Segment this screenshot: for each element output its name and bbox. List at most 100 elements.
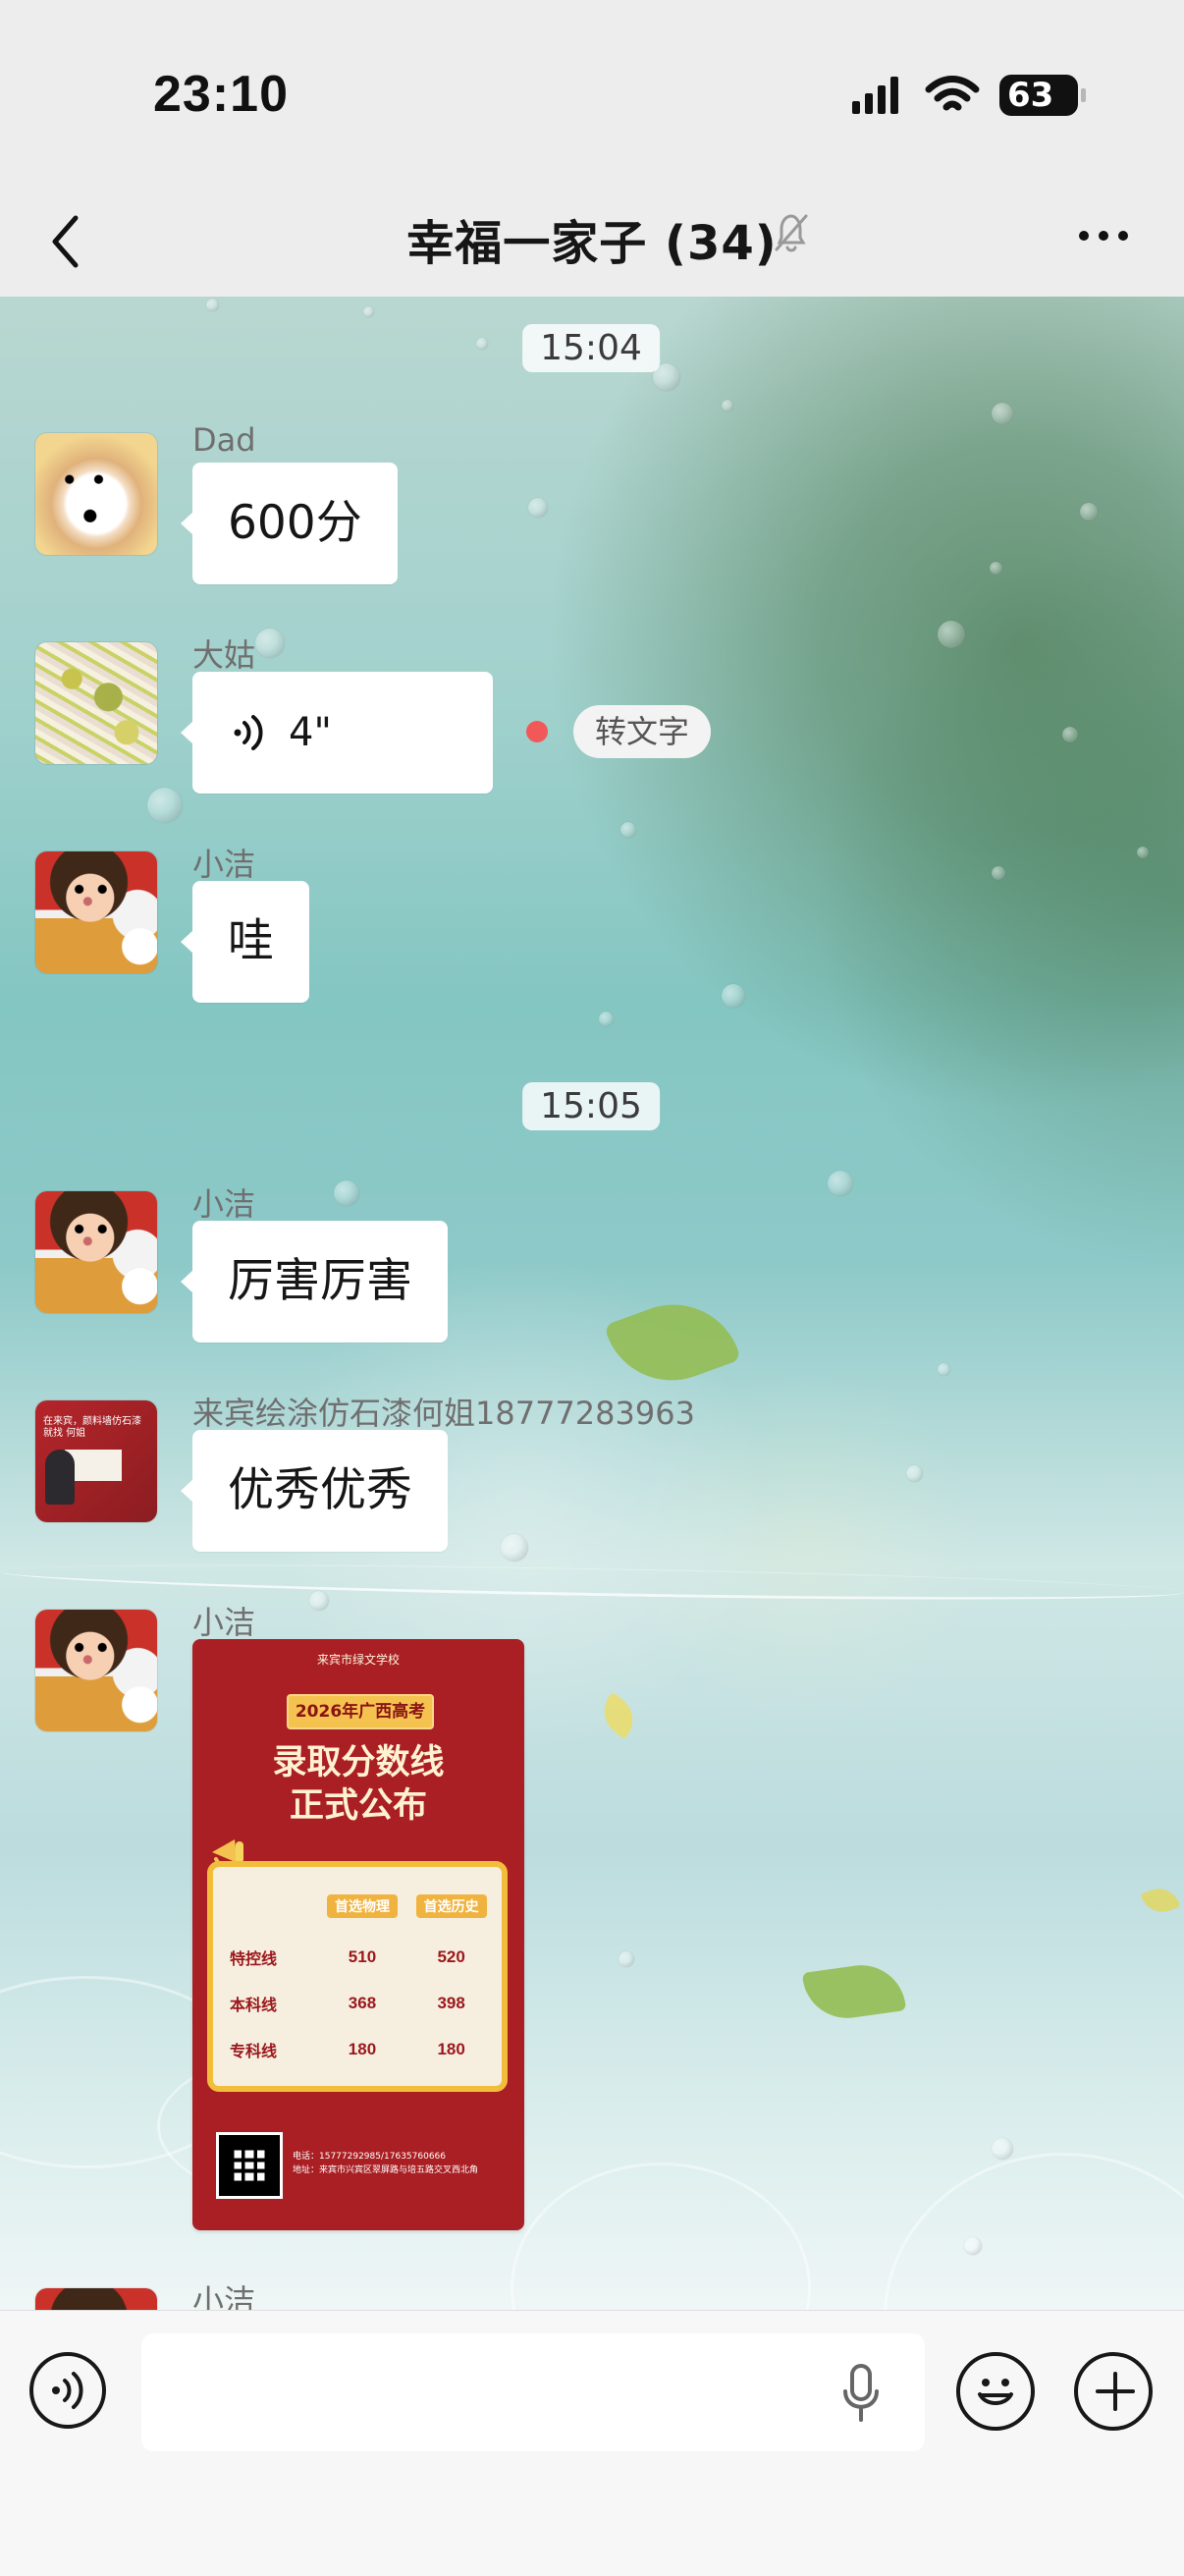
poster-school-name: 来宾市绿文学校 [316,1653,400,1667]
status-bar: 23:10 63 [0,0,1184,187]
score-label: 本科线 [230,1997,278,2014]
sprouts-avatar[interactable] [35,642,157,764]
water-drop [620,822,636,838]
score-table-header: 首选历史 [406,1894,496,1934]
water-drop [992,2138,1013,2160]
water-drop [1080,503,1098,521]
background-leaf [1140,1882,1181,1919]
woman-avatar[interactable] [35,1610,157,1731]
dog-avatar[interactable] [35,433,157,555]
background-leaf [801,1959,907,2024]
score-table-header-empty [229,1894,318,1934]
background-leaf [603,1285,742,1400]
sender-name: 来宾绘涂仿石漆何姐18777283963 [192,1395,695,1432]
poster-title: 录取分数线 正式公布 [192,1741,524,1828]
water-drop [722,984,745,1008]
water-drop [938,621,965,648]
water-drop [619,1951,634,1967]
muted-bell-icon [775,214,808,252]
score-label: 特控线 [230,1950,278,1968]
water-drop [906,1465,923,1482]
voice-icon [52,2372,83,2409]
water-drop [334,1180,359,1206]
message-bubble[interactable]: 600分 [181,463,398,584]
plus-icon[interactable] [1074,2352,1153,2431]
voice-input-button[interactable] [29,2352,106,2429]
woman-avatar[interactable] [35,851,157,973]
chat-title-bar: 幸福一家子 (34) [0,187,1184,297]
score-row: 特控线 510 520 [229,1934,496,1980]
wifi-icon [925,76,980,111]
water-drop [938,1363,950,1376]
background-leaf [594,1691,643,1740]
water-drop [309,1591,329,1611]
poster-title-line: 录取分数线 [272,1742,445,1782]
battery-indicator: 63 [999,75,1086,116]
timestamp: 15:04 [522,324,660,372]
water-drop [992,403,1013,424]
water-drop [501,1534,528,1562]
score-label: 专科线 [230,2043,278,2060]
message-bubble[interactable]: 优秀优秀 [181,1430,448,1552]
score-value: 180 [437,2039,465,2058]
sender-name: 小洁 [192,1185,256,1223]
voice-icon [234,715,263,750]
poster-contact: 电话：15777292985/17635760666 地址：来宾市兴宾区翠屏路与… [293,2150,512,2177]
water-drop [255,629,285,658]
qr-code [216,2132,283,2199]
chat-background [0,297,1184,2310]
poster-title-line: 正式公布 [289,1785,427,1826]
voice-message-bubble[interactable]: 4" [181,672,493,794]
unread-dot [526,721,548,742]
score-value: 520 [437,1946,465,1966]
water-drop [992,866,1005,880]
transcribe-button[interactable]: 转文字 [573,705,712,758]
water-drop [964,2237,982,2255]
score-value: 368 [348,1993,377,2012]
water-drop [147,788,183,823]
voice-duration: 4" [289,710,332,755]
signal-bars-icon [852,77,898,114]
water-drop [722,400,733,411]
poster-contact-phone: 电话：15777292985/17635760666 [293,2152,447,2162]
emoji-button[interactable] [956,2352,1035,2431]
water-drop [1137,847,1149,858]
score-value: 180 [348,2039,377,2058]
painter-ad-avatar[interactable] [35,1400,157,1522]
poster-year-tag: 2026年广西高考 [287,1694,434,1729]
water-drop [363,306,374,317]
water-ripple [511,2163,811,2310]
woman-avatar[interactable] [35,1191,157,1313]
chat-title: 幸福一家子 (34) [406,216,778,271]
status-time: 23:10 [153,66,289,123]
poster-contact-address: 地址：来宾市兴宾区翠屏路与培五路交叉西北角 [293,2165,479,2175]
water-drop [528,498,548,518]
score-table-header: 首选物理 [318,1894,407,1934]
water-drop [599,1012,614,1026]
water-line [0,1558,1184,1607]
message-input[interactable] [141,2333,925,2451]
emoji-icon [978,2379,1013,2405]
water-ripple [884,2153,1184,2310]
score-row: 本科线 368 398 [229,1980,496,2026]
water-drop [206,299,219,311]
message-input-bar [0,2310,1184,2576]
sender-name: 小洁 [192,1604,256,1641]
sender-name: 大姑 [192,636,256,674]
score-table-card: 首选物理 首选历史 特控线 510 520 本科线 368 398 专科线 18… [207,1861,508,2092]
score-table: 首选物理 首选历史 特控线 510 520 本科线 368 398 专科线 18… [229,1894,496,2072]
water-drop [476,338,488,350]
more-icon[interactable] [1076,226,1131,246]
score-value: 398 [437,1993,465,2012]
sender-name: 小洁 [192,846,256,883]
message-bubble[interactable]: 厉害厉害 [181,1221,448,1343]
timestamp: 15:05 [522,1082,660,1130]
score-row: 专科线 180 180 [229,2026,496,2072]
sender-name: Dad [192,421,256,459]
admission-score-poster[interactable]: 来宾市绿文学校 2026年广西高考 录取分数线 正式公布 首选物理 首选历史 特… [192,1639,524,2230]
water-drop [828,1171,853,1196]
water-drop [990,562,1002,575]
microphone-icon[interactable] [840,2363,882,2424]
message-bubble[interactable]: 哇 [181,881,309,1003]
score-value: 510 [348,1946,377,1966]
